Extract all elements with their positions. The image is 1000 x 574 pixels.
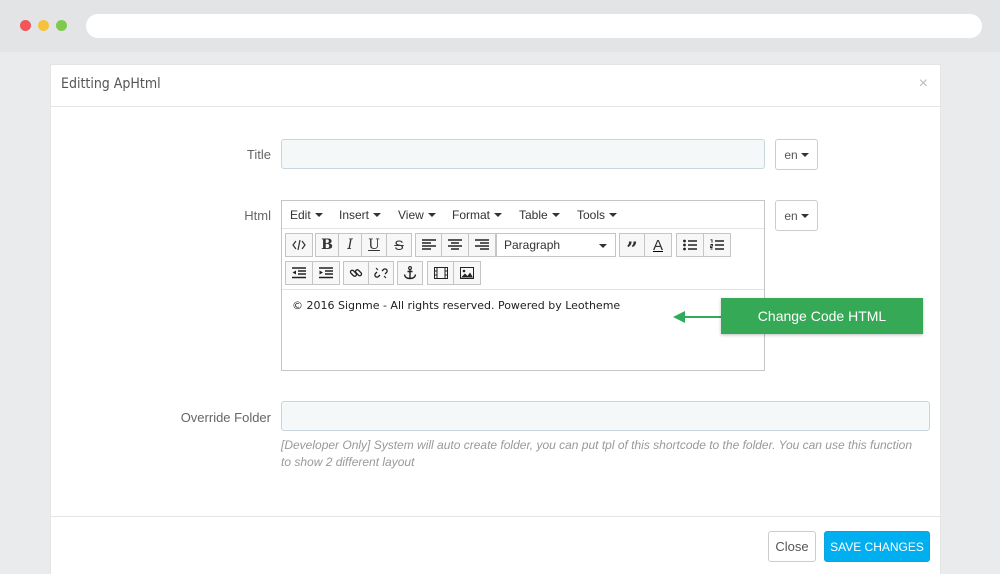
menu-view[interactable]: View: [398, 208, 436, 222]
menu-table-label: Table: [519, 208, 548, 222]
modal-header: Editting ApHtml ×: [51, 65, 940, 107]
chevron-down-icon: [427, 213, 436, 217]
media-icon[interactable]: [427, 261, 454, 285]
modal-close-icon[interactable]: ×: [919, 75, 928, 93]
chevron-down-icon: [599, 244, 607, 248]
menu-edit-label: Edit: [290, 208, 311, 222]
link-icon[interactable]: [343, 261, 369, 285]
modal-title: Editting ApHtml: [61, 76, 161, 92]
chevron-down-icon: [800, 152, 809, 157]
window-close-dot[interactable]: [20, 20, 31, 31]
chevron-down-icon: [373, 213, 382, 217]
editor-menubar: Edit Insert View Format Table Tools: [282, 201, 764, 229]
window-minimize-dot[interactable]: [38, 20, 49, 31]
align-right-icon[interactable]: [468, 233, 496, 257]
editor-content-area[interactable]: © 2016 Signme - All rights reserved. Pow…: [282, 289, 764, 371]
title-lang-value: en: [784, 147, 798, 162]
chevron-down-icon: [494, 213, 503, 217]
chevron-down-icon: [551, 213, 560, 217]
menu-format[interactable]: Format: [452, 208, 503, 222]
chevron-down-icon: [800, 213, 809, 218]
code-icon[interactable]: [285, 233, 313, 257]
outdent-icon[interactable]: [285, 261, 313, 285]
override-folder-label: Override Folder: [180, 410, 271, 425]
title-label: Title: [246, 147, 271, 162]
override-folder-help: [Developer Only] System will auto create…: [281, 438, 913, 469]
save-changes-button[interactable]: SAVE CHANGES: [824, 531, 930, 562]
strikethrough-icon[interactable]: S: [386, 233, 412, 257]
align-left-icon[interactable]: [415, 233, 442, 257]
menu-insert[interactable]: Insert: [339, 208, 382, 222]
change-code-callout: Change Code HTML: [721, 298, 923, 334]
menu-tools[interactable]: Tools: [577, 208, 618, 222]
override-folder-input[interactable]: [281, 401, 930, 431]
bullet-list-icon[interactable]: [676, 233, 704, 257]
align-center-icon[interactable]: [441, 233, 469, 257]
format-select-value: Paragraph: [504, 238, 561, 252]
blockquote-icon[interactable]: ”: [619, 233, 645, 259]
menu-table[interactable]: Table: [519, 208, 560, 222]
image-icon[interactable]: [453, 261, 481, 285]
chevron-down-icon: [314, 213, 323, 217]
menu-edit[interactable]: Edit: [290, 208, 323, 222]
browser-chrome: [0, 0, 1000, 52]
address-bar[interactable]: [86, 14, 982, 38]
format-select[interactable]: Paragraph: [496, 233, 616, 257]
edit-modal: Editting ApHtml × Title en Html en Edit …: [50, 64, 941, 574]
chevron-down-icon: [609, 213, 618, 217]
arrow-left-icon: [673, 311, 685, 323]
html-editor: Edit Insert View Format Table Tools B I …: [281, 200, 765, 371]
italic-icon[interactable]: I: [338, 233, 362, 257]
unlink-icon[interactable]: [368, 261, 394, 285]
close-button[interactable]: Close: [768, 531, 816, 562]
title-lang-dropdown[interactable]: en: [775, 139, 818, 170]
html-label: Html: [244, 208, 271, 223]
title-input[interactable]: [281, 139, 765, 169]
window-maximize-dot[interactable]: [56, 20, 67, 31]
html-lang-value: en: [784, 208, 798, 223]
menu-format-label: Format: [452, 208, 491, 222]
text-color-icon[interactable]: A: [644, 233, 672, 257]
html-lang-dropdown[interactable]: en: [775, 200, 818, 231]
anchor-icon[interactable]: [397, 261, 423, 285]
menu-view-label: View: [398, 208, 424, 222]
numbered-list-icon[interactable]: [703, 233, 731, 257]
menu-insert-label: Insert: [339, 208, 370, 222]
indent-icon[interactable]: [312, 261, 340, 285]
menu-tools-label: Tools: [577, 208, 606, 222]
underline-icon[interactable]: U: [361, 233, 387, 257]
callout-arrow-line: [683, 316, 723, 318]
bold-icon[interactable]: B: [315, 233, 339, 257]
editor-content-text: © 2016 Signme - All rights reserved. Pow…: [292, 299, 621, 312]
